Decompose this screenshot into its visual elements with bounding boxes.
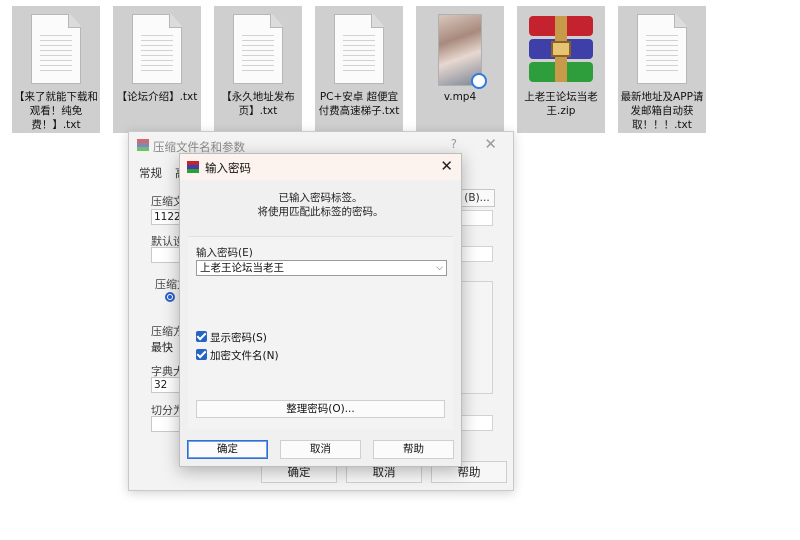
help-icon[interactable]: ? — [451, 137, 457, 151]
desktop-file-2[interactable]: 【论坛介绍】.txt — [113, 6, 201, 133]
password-label: 输入密码(E) — [196, 247, 253, 259]
browse-button[interactable]: (B)... — [459, 189, 495, 207]
enter-password-dialog: 输入密码 ✕ 已输入密码标签。 将使用匹配此标签的密码。 输入密码(E) 上老王… — [179, 153, 462, 467]
winrar-icon — [137, 139, 149, 151]
play-badge-icon — [471, 73, 487, 89]
split-volumes-input[interactable] — [151, 416, 181, 432]
cancel-button[interactable]: 取消 — [280, 440, 361, 459]
dialog-title: 输入密码 — [205, 161, 251, 175]
desktop-file-7[interactable]: 最新地址及APP请发邮箱自动获取！！！.txt — [618, 6, 706, 133]
dialog-titlebar: 输入密码 ✕ — [180, 154, 461, 180]
message-line-2: 将使用匹配此标签的密码。 — [257, 206, 384, 218]
video-file-icon — [438, 14, 487, 89]
winrar-icon — [187, 161, 199, 173]
file-label: 上老王论坛当老王.zip — [524, 91, 598, 117]
format-rar-radio[interactable] — [165, 292, 175, 302]
desktop-file-3[interactable]: 【永久地址发布页】.txt — [214, 6, 302, 133]
close-icon[interactable]: ✕ — [440, 157, 453, 175]
text-file-icon — [233, 14, 283, 84]
compression-method-select[interactable]: 最快 — [151, 339, 173, 355]
password-message: 已输入密码标签。 将使用匹配此标签的密码。 — [180, 191, 461, 219]
chevron-down-icon[interactable]: ⌵ — [436, 261, 443, 275]
text-file-icon — [637, 14, 687, 84]
profile-select[interactable] — [151, 247, 181, 263]
dictionary-size-select[interactable]: 32 — [151, 377, 181, 393]
text-file-icon — [31, 14, 81, 84]
file-label: v.mp4 — [443, 91, 477, 103]
help-button[interactable]: 帮助 — [373, 440, 454, 459]
desktop-file-4[interactable]: PC+安卓 超便宜付费高速梯子.txt — [315, 6, 403, 133]
close-icon[interactable]: ✕ — [484, 135, 497, 153]
file-label: 【来了就能下载和观看！纯免费！】.txt — [14, 91, 98, 131]
tab-general[interactable]: 常规 — [139, 165, 162, 181]
set-password-area — [459, 415, 493, 431]
archive-name-input[interactable]: 1122lll — [151, 209, 181, 225]
file-label: 最新地址及APP请发邮箱自动获取！！！.txt — [620, 91, 704, 131]
text-file-icon — [132, 14, 182, 84]
show-password-checkbox[interactable] — [196, 331, 207, 342]
desktop-file-6[interactable]: 上老王论坛当老王.zip — [517, 6, 605, 133]
archiving-options-group — [459, 281, 493, 394]
show-password-label[interactable]: 显示密码(S) — [210, 330, 267, 345]
password-input[interactable]: 上老王论坛当老王 ⌵ — [196, 260, 447, 276]
file-label: PC+安卓 超便宜付费高速梯子.txt — [318, 91, 400, 117]
password-value: 上老王论坛当老王 — [200, 262, 284, 274]
desktop-file-1[interactable]: 【来了就能下载和观看！纯免费！】.txt — [12, 6, 100, 133]
desktop-file-5[interactable]: v.mp4 — [416, 6, 504, 133]
ok-button[interactable]: 确定 — [187, 440, 268, 459]
update-mode-select[interactable] — [459, 210, 493, 226]
encrypt-filenames-label[interactable]: 加密文件名(N) — [210, 348, 279, 363]
file-label: 【永久地址发布页】.txt — [221, 91, 295, 117]
message-line-1: 已输入密码标签。 — [278, 192, 363, 204]
text-file-icon — [334, 14, 384, 84]
file-label: 【论坛介绍】.txt — [116, 91, 198, 103]
profiles-select[interactable] — [459, 246, 493, 262]
encrypt-filenames-checkbox[interactable] — [196, 349, 207, 360]
organize-passwords-button[interactable]: 整理密码(O)... — [196, 400, 445, 418]
winrar-archive-icon — [529, 16, 593, 82]
